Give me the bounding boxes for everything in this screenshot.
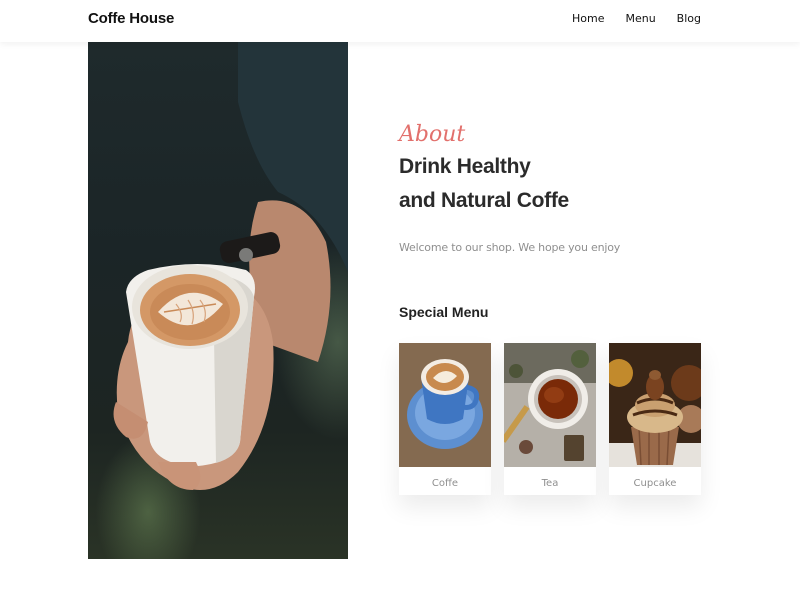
menu-item-tea[interactable]: Tea (504, 343, 596, 495)
main-nav: Home Menu Blog (572, 12, 701, 25)
menu-item-label: Tea (541, 478, 559, 489)
menu-item-cupcake[interactable]: Cupcake (609, 343, 701, 495)
cupcake-photo (609, 343, 701, 467)
about-description: Welcome to our shop. We hope you enjoy (399, 241, 621, 254)
special-menu-list: Coffe Tea Cupcake (399, 343, 701, 495)
nav-home-link[interactable]: Home (572, 12, 604, 25)
menu-item-coffe[interactable]: Coffe (399, 343, 491, 495)
coffe-photo (399, 343, 491, 467)
menu-item-label: Cupcake (633, 478, 677, 489)
about-heading: Drink Healthy and Natural Coffe (399, 150, 699, 218)
site-logo[interactable]: Coffe House (88, 10, 174, 27)
menu-item-label: Coffe (431, 478, 459, 489)
hero-latte-photo (88, 42, 348, 559)
about-heading-line-1: Drink Healthy (399, 155, 531, 178)
about-heading-line-2: and Natural Coffe (399, 189, 569, 212)
about-script-label: About (399, 122, 466, 147)
special-menu-heading: Special Menu (399, 304, 489, 320)
tea-photo (504, 343, 596, 467)
site-header: Coffe House Home Menu Blog (0, 0, 800, 42)
nav-blog-link[interactable]: Blog (677, 12, 701, 25)
nav-menu-link[interactable]: Menu (625, 12, 655, 25)
